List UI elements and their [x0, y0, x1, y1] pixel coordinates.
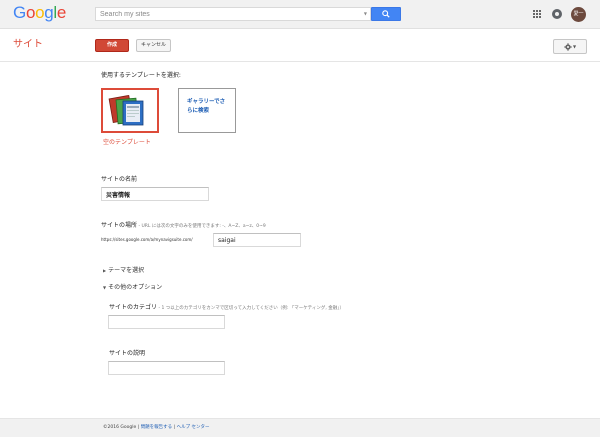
- template-heading: 使用するテンプレートを選択:: [101, 72, 181, 79]
- cancel-button[interactable]: キャンセル: [136, 39, 171, 52]
- google-logo[interactable]: Google: [13, 3, 66, 23]
- help-center-link[interactable]: ヘルプ センター: [177, 425, 210, 430]
- account-avatar[interactable]: 愛一: [571, 7, 586, 22]
- category-input[interactable]: [108, 315, 225, 329]
- description-input[interactable]: [108, 361, 225, 375]
- blank-template-caption[interactable]: 空のテンプレート: [103, 137, 151, 146]
- search-button[interactable]: [371, 7, 401, 21]
- chevron-down-icon: ▼: [103, 285, 107, 290]
- template-blank-card[interactable]: [101, 88, 159, 133]
- gear-icon: [564, 42, 572, 51]
- logo-letter: o: [35, 3, 45, 22]
- top-bar: Google ▼ 愛一: [0, 0, 600, 29]
- footer-separator: |: [173, 425, 176, 430]
- site-location-hint: - URL には次の文字のみを使用できます: -、A~Z、a~z、0~9: [137, 224, 266, 229]
- more-options-label: その他のオプション: [108, 284, 163, 291]
- search-icon: [382, 10, 390, 18]
- footer: ©2016 Google | 問題を報告する | ヘルプ センター: [0, 418, 600, 437]
- footer-copyright: ©2016 Google: [103, 425, 137, 430]
- search-input[interactable]: [96, 8, 351, 20]
- create-button[interactable]: 作成: [95, 39, 129, 52]
- theme-toggle[interactable]: ▶ テーマを選択: [103, 267, 144, 275]
- search-options-dropdown-icon[interactable]: ▼: [364, 11, 367, 17]
- report-problem-link[interactable]: 問題を報告する: [141, 425, 173, 430]
- site-name-input[interactable]: [101, 187, 209, 201]
- template-gallery-card[interactable]: ギャラリーでさらに検索: [178, 88, 236, 133]
- chevron-right-icon: ▶: [103, 268, 107, 273]
- more-options-toggle[interactable]: ▼ その他のオプション: [103, 284, 162, 292]
- apps-grid-icon[interactable]: [533, 10, 541, 18]
- page-title: サイト: [13, 39, 43, 50]
- site-location-input[interactable]: [213, 233, 301, 247]
- search-box: ▼: [95, 7, 371, 21]
- category-label-row: サイトのカテゴリ - 1 つ以上のカテゴリをカンマで区切って入力してください（例…: [109, 304, 344, 313]
- theme-toggle-label: テーマを選択: [108, 267, 145, 274]
- site-name-label: サイトの名前: [101, 176, 138, 183]
- settings-button[interactable]: ▼: [553, 39, 587, 54]
- page-toolbar: サイト 作成 キャンセル ▼: [0, 30, 600, 62]
- gallery-search-label: ギャラリーでさらに検索: [187, 99, 226, 114]
- logo-letter: o: [25, 3, 36, 22]
- footer-separator: |: [137, 425, 140, 430]
- site-location-label: サイトの場所: [101, 222, 138, 229]
- footer-links: ©2016 Google | 問題を報告する | ヘルプ センター: [103, 425, 210, 431]
- category-hint: - 1 つ以上のカテゴリをカンマで区切って入力してください（例: 「マーケティン…: [157, 306, 344, 311]
- description-label: サイトの説明: [109, 350, 146, 357]
- logo-letter: e: [56, 3, 67, 22]
- notifications-icon[interactable]: [552, 9, 562, 19]
- chevron-down-icon: ▼: [572, 44, 577, 49]
- logo-letter: G: [13, 3, 26, 22]
- category-label: サイトのカテゴリ: [109, 304, 158, 311]
- site-location-label-row: サイトの場所 - URL には次の文字のみを使用できます: -、A~Z、a~z、…: [101, 222, 266, 231]
- url-prefix: https://sites.google.com/a/mynavigsuite.…: [101, 237, 193, 242]
- blank-template-icon: [108, 94, 144, 126]
